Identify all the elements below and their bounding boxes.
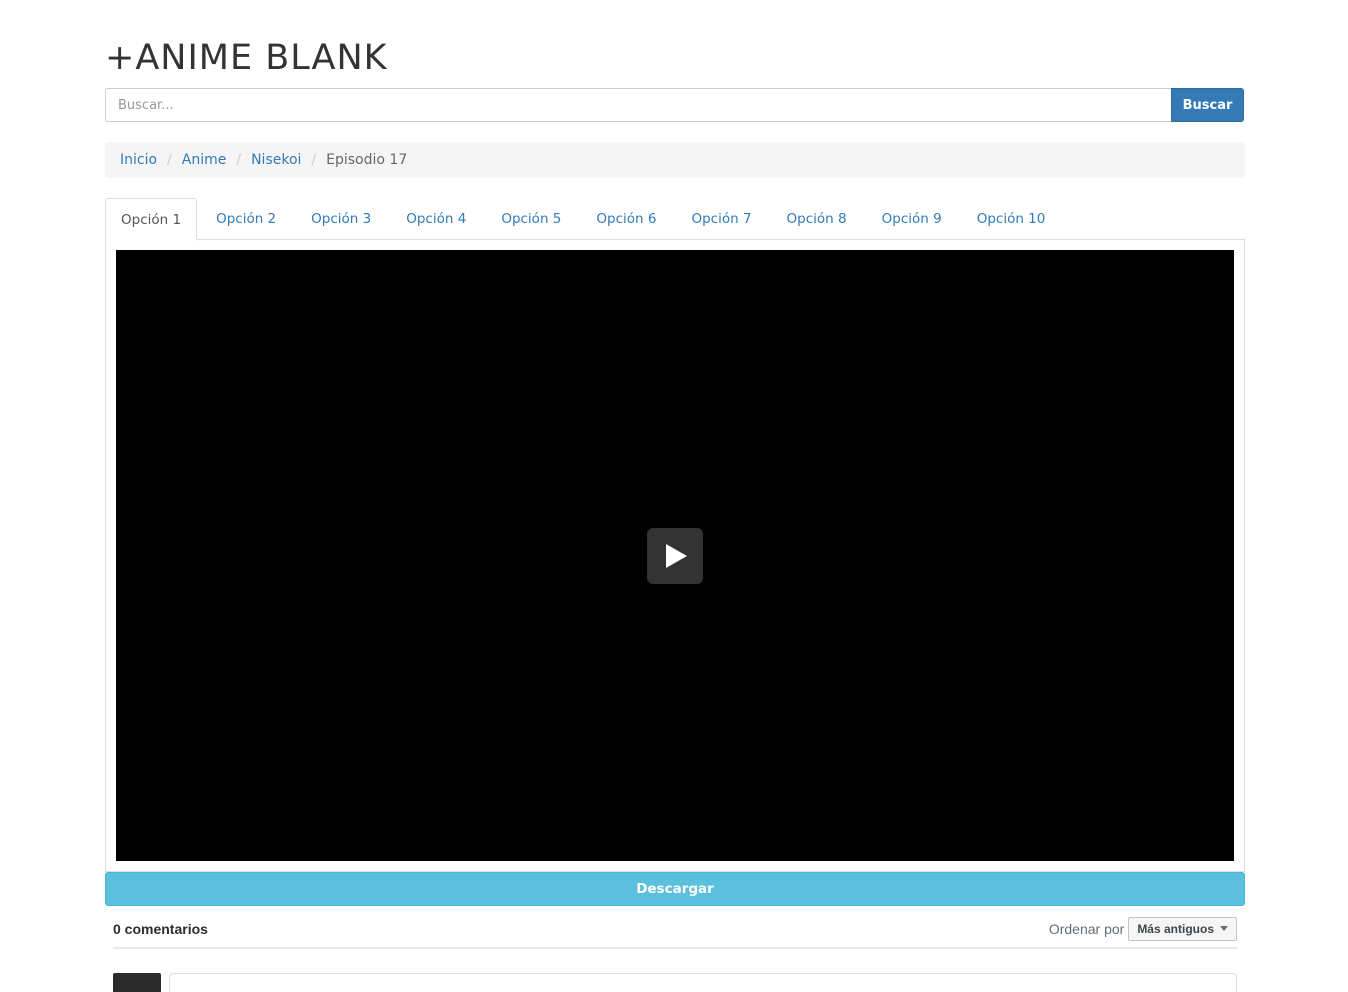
tab-opcion-2[interactable]: Opción 2 (200, 198, 292, 240)
breadcrumb-item-anime[interactable]: Anime (182, 152, 227, 168)
sort-label: Ordenar por (1048, 920, 1125, 937)
tab-opcion-7[interactable]: Opción 7 (675, 198, 767, 240)
tab-opcion-10[interactable]: Opción 10 (961, 198, 1062, 240)
comments-header: 0 comentarios Ordenar por Más antiguos (113, 910, 1237, 949)
download-button[interactable]: Descargar (105, 872, 1245, 906)
comments-count[interactable]: 0 comentarios (113, 921, 208, 937)
search-bar: Buscar (105, 88, 1244, 122)
breadcrumb-separator: / (311, 152, 317, 168)
search-input[interactable] (105, 88, 1171, 122)
tab-opcion-5[interactable]: Opción 5 (485, 198, 577, 240)
comment-input[interactable] (169, 973, 1237, 992)
breadcrumb-current: Episodio 17 (326, 152, 408, 168)
tab-opcion-9[interactable]: Opción 9 (866, 198, 958, 240)
tab-opcion-1[interactable]: Opción 1 (105, 198, 198, 241)
breadcrumb-item-inicio[interactable]: Inicio (120, 152, 157, 168)
caret-down-icon (1220, 926, 1228, 931)
tab-opcion-4[interactable]: Opción 4 (390, 198, 482, 240)
tab-opcion-8[interactable]: Opción 8 (771, 198, 863, 240)
tab-panel (105, 240, 1245, 872)
sort-value: Más antiguos (1137, 921, 1214, 936)
breadcrumb-separator: / (236, 152, 242, 168)
play-icon (666, 544, 687, 568)
search-button[interactable]: Buscar (1171, 88, 1244, 122)
video-player[interactable] (116, 250, 1234, 861)
breadcrumb: Inicio / Anime / Nisekoi / Episodio 17 (105, 142, 1245, 178)
breadcrumb-separator: / (167, 152, 172, 168)
sort-dropdown[interactable]: Más antiguos (1128, 916, 1237, 941)
avatar[interactable] (113, 973, 161, 992)
sort-control: Ordenar por Más antiguos (1048, 916, 1237, 941)
play-button[interactable] (647, 528, 703, 584)
tab-opcion-6[interactable]: Opción 6 (580, 198, 672, 240)
tab-opcion-3[interactable]: Opción 3 (295, 198, 387, 240)
breadcrumb-item-nisekoi[interactable]: Nisekoi (251, 152, 301, 168)
site-title[interactable]: +ANIME BLANK (105, 36, 388, 80)
player-tabs: Opción 1 Opción 2 Opción 3 Opción 4 Opci… (105, 198, 1245, 241)
